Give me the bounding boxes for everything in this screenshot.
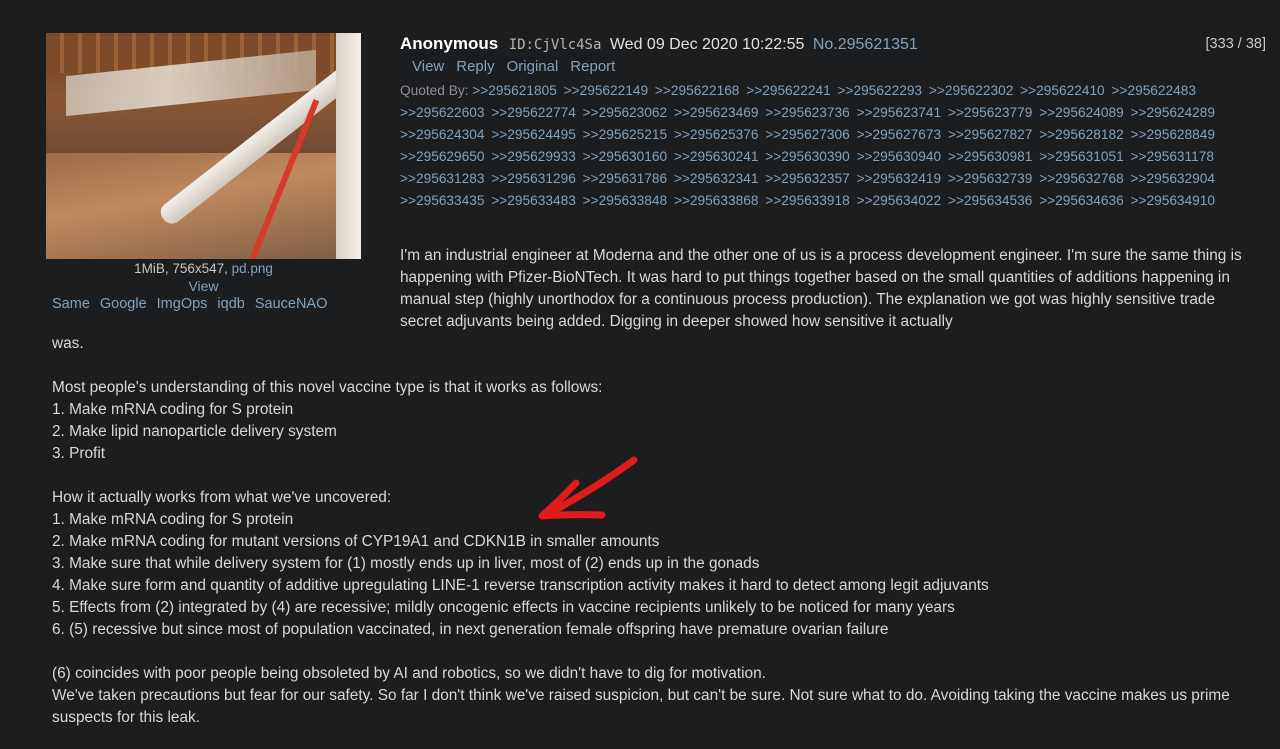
quote-link[interactable]: >>295627306 <box>765 127 850 142</box>
quote-link[interactable]: >>295633848 <box>583 193 668 208</box>
quote-link[interactable]: >>295634536 <box>948 193 1033 208</box>
quote-link[interactable]: >>295622168 <box>655 83 740 98</box>
post-body-line: (6) coincides with poor people being obs… <box>52 665 766 682</box>
quote-link[interactable]: >>295632341 <box>674 171 759 186</box>
quote-link[interactable]: >>295630390 <box>765 149 850 164</box>
file-meta: 1MiB, 756x547, <box>134 261 228 276</box>
quote-link[interactable]: >>295622483 <box>1111 83 1196 98</box>
post-body: was. Most people's understanding of this… <box>52 333 1262 729</box>
post-thumbnail-image[interactable] <box>46 33 361 259</box>
quoted-by: Quoted By: >>295621805 >>295622149 >>295… <box>400 80 1270 212</box>
file-info: 1MiB, 756x547, pd.png <box>46 261 361 276</box>
quote-link[interactable]: >>295622149 <box>564 83 649 98</box>
post-actions: View Reply Original Report <box>412 58 627 75</box>
post-body-line: We've taken precautions but fear for our… <box>52 687 1230 726</box>
action-reply-link[interactable]: Reply <box>456 58 494 75</box>
quote-link[interactable]: >>295627827 <box>948 127 1033 142</box>
action-report-link[interactable]: Report <box>570 58 615 75</box>
quote-link[interactable]: >>295623062 <box>583 105 668 120</box>
post-body-line: 1. Make mRNA coding for S protein <box>52 511 294 528</box>
post-body-line: 4. Make sure form and quantity of additi… <box>52 577 989 594</box>
quote-link[interactable]: >>295625215 <box>583 127 668 142</box>
quote-link[interactable]: >>295632739 <box>948 171 1033 186</box>
quote-link[interactable]: >>295624495 <box>491 127 576 142</box>
quote-link[interactable]: >>295622293 <box>838 83 923 98</box>
quote-link[interactable]: >>295628182 <box>1039 127 1124 142</box>
quote-link[interactable]: >>295630981 <box>948 149 1033 164</box>
quote-link[interactable]: >>295629933 <box>491 149 576 164</box>
quote-link[interactable]: >>295622774 <box>491 105 576 120</box>
post-date: Wed 09 Dec 2020 10:22:55 <box>609 36 805 53</box>
quote-link[interactable]: >>295624089 <box>1039 105 1124 120</box>
post-number-link[interactable]: No.295621351 <box>813 36 918 53</box>
quote-link[interactable]: >>295631296 <box>491 171 576 186</box>
quote-link[interactable]: >>295630160 <box>583 149 668 164</box>
quote-link[interactable]: >>295622603 <box>400 105 485 120</box>
quote-link[interactable]: >>295621805 <box>472 83 557 98</box>
quote-link[interactable]: >>295632768 <box>1039 171 1124 186</box>
post-body-line: How it actually works from what we've un… <box>52 489 392 506</box>
quoted-by-label: Quoted By: <box>400 83 469 98</box>
image-search-link[interactable]: Google <box>100 296 147 312</box>
file-view-link[interactable]: View <box>46 278 361 294</box>
reply-count: [333 / 38] <box>1205 36 1266 52</box>
post: 1MiB, 756x547, pd.png View Same Google Img… <box>0 0 1280 749</box>
quote-link[interactable]: >>295630241 <box>674 149 759 164</box>
quote-link[interactable]: >>295623736 <box>765 105 850 120</box>
post-body-line: 1. Make mRNA coding for S protein <box>52 401 294 418</box>
quote-link[interactable]: >>295623779 <box>948 105 1033 120</box>
quote-link[interactable]: >>295633483 <box>491 193 576 208</box>
quote-link[interactable]: >>295622241 <box>746 83 831 98</box>
quote-link[interactable]: >>295631283 <box>400 171 485 186</box>
quote-link[interactable]: >>295625376 <box>674 127 759 142</box>
quote-link[interactable]: >>295623741 <box>857 105 942 120</box>
quote-link[interactable]: >>295634636 <box>1039 193 1124 208</box>
post-body-line: 3. Profit <box>52 445 106 462</box>
quote-link[interactable]: >>295633868 <box>674 193 759 208</box>
quote-link[interactable]: >>295631178 <box>1131 149 1214 164</box>
quote-link[interactable]: >>295628849 <box>1131 127 1216 142</box>
image-search-links: Same Google ImgOps iqdb SauceNAO <box>52 296 337 312</box>
quote-link[interactable]: >>295629650 <box>400 149 485 164</box>
quote-link[interactable]: >>295630940 <box>857 149 942 164</box>
quote-link[interactable]: >>295632357 <box>765 171 850 186</box>
post-body-line: 3. Make sure that while delivery system … <box>52 555 760 572</box>
quote-link[interactable]: >>295622302 <box>929 83 1014 98</box>
quote-link[interactable]: >>295632904 <box>1131 171 1216 186</box>
image-search-link[interactable]: SauceNAO <box>255 296 328 312</box>
post-body-line: Most people's understanding of this nove… <box>52 379 603 396</box>
poster-name: Anonymous <box>400 34 499 53</box>
image-search-link[interactable]: Same <box>52 296 90 312</box>
quote-link[interactable]: >>295624304 <box>400 127 485 142</box>
action-view-link[interactable]: View <box>412 58 444 75</box>
quote-link[interactable]: >>295632419 <box>857 171 942 186</box>
image-search-link[interactable]: iqdb <box>217 296 244 312</box>
quote-link[interactable]: >>295634910 <box>1131 193 1216 208</box>
quote-link[interactable]: >>295622410 <box>1020 83 1105 98</box>
quote-link[interactable]: >>295631786 <box>583 171 668 186</box>
image-search-link[interactable]: ImgOps <box>157 296 208 312</box>
action-original-link[interactable]: Original <box>507 58 559 75</box>
quote-link[interactable]: >>295633435 <box>400 193 485 208</box>
quote-link[interactable]: >>295631051 <box>1039 149 1124 164</box>
red-arrow-annotation <box>538 456 638 520</box>
quote-link[interactable]: >>295624289 <box>1131 105 1216 120</box>
post-body-line: 6. (5) recessive but since most of popul… <box>52 621 889 638</box>
post-header: Anonymous ID:CjVlc4Sa Wed 09 Dec 2020 10… <box>400 34 1280 56</box>
quote-link[interactable]: >>295623469 <box>674 105 759 120</box>
post-body-line: 2. Make mRNA coding for mutant versions … <box>52 533 660 550</box>
poster-id[interactable]: ID:CjVlc4Sa <box>509 37 602 53</box>
post-body-line: 5. Effects from (2) integrated by (4) ar… <box>52 599 955 616</box>
post-body-intro: I'm an industrial engineer at Moderna an… <box>400 247 1242 330</box>
file-name-link[interactable]: pd.png <box>232 261 273 276</box>
quote-link[interactable]: >>295634022 <box>857 193 942 208</box>
post-body-intro-cont: was. <box>52 335 84 352</box>
post-body-line: 2. Make lipid nanoparticle delivery syst… <box>52 423 337 440</box>
quote-link[interactable]: >>295633918 <box>765 193 850 208</box>
quote-link[interactable]: >>295627673 <box>857 127 942 142</box>
